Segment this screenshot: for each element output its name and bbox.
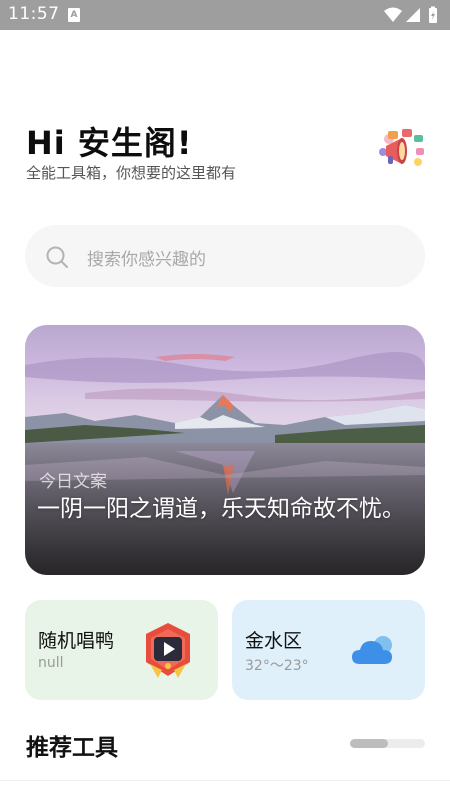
recommend-scroll-indicator <box>350 739 425 748</box>
weather-temperature: 32°～23° <box>245 658 309 674</box>
status-bar: 11:57 A <box>0 0 450 30</box>
recommend-title: 推荐工具 <box>26 735 118 761</box>
landscape-image <box>25 325 425 575</box>
a-icon: A <box>68 8 80 22</box>
weather-card[interactable]: 金水区 32°～23° <box>232 600 425 700</box>
battery-charging-icon <box>429 6 437 23</box>
cloud-icon <box>352 636 392 664</box>
megaphone-icon[interactable] <box>378 126 426 172</box>
search-bar[interactable]: 搜索你感兴趣的 <box>25 225 425 287</box>
quote-label: 今日文案 <box>39 472 107 492</box>
play-badge-icon <box>146 623 190 678</box>
random-song-card[interactable]: 随机唱鸭 null <box>25 600 218 700</box>
signal-icon <box>406 8 420 22</box>
search-icon <box>46 246 68 268</box>
song-card-title: 随机唱鸭 <box>38 630 115 652</box>
wifi-icon <box>384 7 402 22</box>
search-placeholder: 搜索你感兴趣的 <box>87 250 206 270</box>
weather-location: 金水区 <box>245 630 303 652</box>
greeting-subtitle: 全能工具箱，你想要的这里都有 <box>26 164 237 182</box>
divider <box>0 780 450 781</box>
song-card-subtitle: null <box>38 655 64 671</box>
quote-text: 一阴一阳之谓道，乐天知命故不忧。 <box>37 496 405 522</box>
greeting-title: Hi 安生阁! <box>26 124 193 162</box>
status-time: 11:57 <box>8 4 60 24</box>
recommend-scroll-thumb <box>350 739 388 748</box>
daily-quote-card[interactable]: 今日文案 一阴一阳之谓道，乐天知命故不忧。 <box>25 325 425 575</box>
system-icons <box>384 6 437 23</box>
